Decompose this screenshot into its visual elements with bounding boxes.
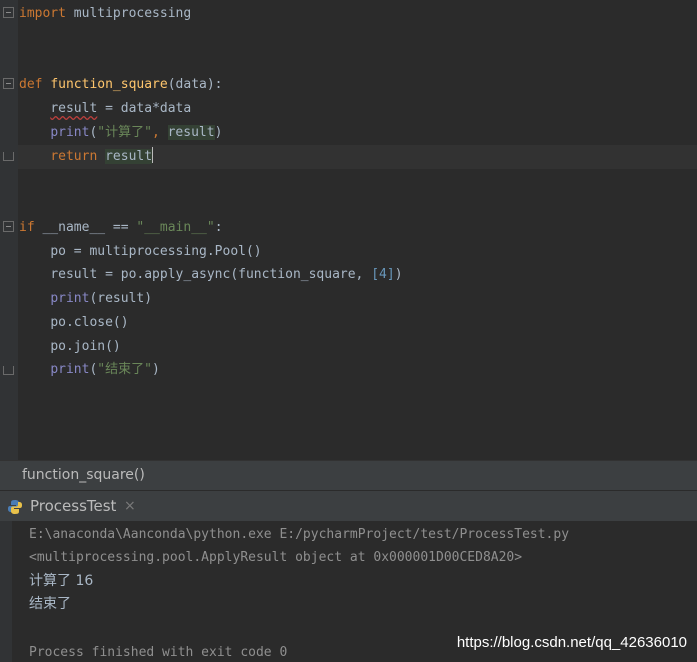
text-caret bbox=[152, 147, 154, 163]
console-sidebar bbox=[0, 521, 12, 662]
fold-toggle-icon[interactable] bbox=[3, 78, 14, 89]
keyword: import bbox=[19, 6, 66, 21]
code-line-16[interactable]: print("结束了") bbox=[19, 358, 160, 382]
fold-toggle-icon[interactable] bbox=[3, 7, 14, 18]
code-text: (result) bbox=[89, 291, 153, 306]
run-console-output[interactable]: E:\anaconda\Aanconda\python.exe E:/pycha… bbox=[0, 521, 697, 662]
code-text: result = po.apply_async(function_square, bbox=[50, 267, 372, 282]
code-line-10[interactable]: if __name__ == "__main__": bbox=[19, 216, 223, 240]
code-text: = data*data bbox=[97, 101, 192, 116]
python-icon bbox=[8, 500, 22, 514]
breadcrumb-item-function-square[interactable]: function_square() bbox=[22, 467, 145, 483]
code-text: , bbox=[151, 125, 168, 140]
code-line-11[interactable]: po = multiprocessing.Pool() bbox=[19, 240, 262, 264]
function-name: function_square bbox=[50, 77, 168, 92]
breadcrumb: function_square() bbox=[0, 460, 697, 490]
keyword: def bbox=[19, 77, 43, 92]
code-text: __name__ == bbox=[34, 220, 137, 235]
string-literal: "__main__" bbox=[136, 220, 215, 235]
editor-gutter bbox=[0, 0, 18, 460]
code-line-7[interactable]: return result bbox=[19, 145, 154, 169]
code-text: multiprocessing bbox=[65, 6, 192, 21]
string-literal: "计算了" bbox=[97, 125, 152, 140]
code-text: ) bbox=[214, 125, 223, 140]
code-text: po.close() bbox=[50, 315, 129, 330]
fold-end-icon[interactable] bbox=[3, 366, 14, 375]
fold-toggle-icon[interactable] bbox=[3, 221, 14, 232]
code-text: ) bbox=[394, 267, 403, 282]
code-line-15[interactable]: po.join() bbox=[19, 335, 121, 359]
console-line: Process finished with exit code 0 bbox=[29, 645, 288, 660]
code-editor[interactable]: import multiprocessing def function_squa… bbox=[0, 0, 697, 460]
code-text: po.join() bbox=[50, 339, 121, 354]
number-literal: [4] bbox=[371, 267, 395, 282]
string-literal: "结束了" bbox=[97, 362, 152, 377]
code-text: po = multiprocessing.Pool() bbox=[50, 244, 262, 259]
keyword: return bbox=[50, 149, 98, 164]
fold-end-icon[interactable] bbox=[3, 152, 14, 161]
console-line: 计算了 16 bbox=[29, 573, 94, 589]
watermark: https://blog.csdn.net/qq_42636010 bbox=[456, 634, 687, 651]
code-line-6[interactable]: print("计算了", result) bbox=[19, 121, 222, 145]
console-line: <multiprocessing.pool.ApplyResult object… bbox=[29, 550, 523, 565]
console-line: 结束了 bbox=[29, 596, 71, 612]
close-tab-icon[interactable]: × bbox=[124, 498, 136, 514]
code-line-4[interactable]: def function_square(data): bbox=[19, 73, 223, 97]
run-tool-window-header: ProcessTest × bbox=[0, 490, 697, 521]
console-line: E:\anaconda\Aanconda\python.exe E:/pycha… bbox=[29, 527, 570, 542]
code-line-12[interactable]: result = po.apply_async(function_square,… bbox=[19, 263, 403, 287]
shadowed-variable: result bbox=[50, 101, 98, 116]
highlighted-usage: result bbox=[105, 149, 153, 164]
builtin-name: print bbox=[50, 362, 90, 377]
code-text: ) bbox=[151, 362, 160, 377]
highlighted-usage: result bbox=[167, 125, 215, 140]
code-line-1[interactable]: import multiprocessing bbox=[19, 2, 191, 26]
code-text: (data): bbox=[167, 77, 223, 92]
code-line-14[interactable]: po.close() bbox=[19, 311, 129, 335]
code-line-13[interactable]: print(result) bbox=[19, 287, 152, 311]
code-text: : bbox=[214, 220, 223, 235]
builtin-name: print bbox=[50, 291, 90, 306]
code-line-5[interactable]: result = data*data bbox=[19, 97, 191, 121]
tab-process-test[interactable]: ProcessTest bbox=[30, 497, 116, 515]
keyword: if bbox=[19, 220, 35, 235]
builtin-name: print bbox=[50, 125, 90, 140]
